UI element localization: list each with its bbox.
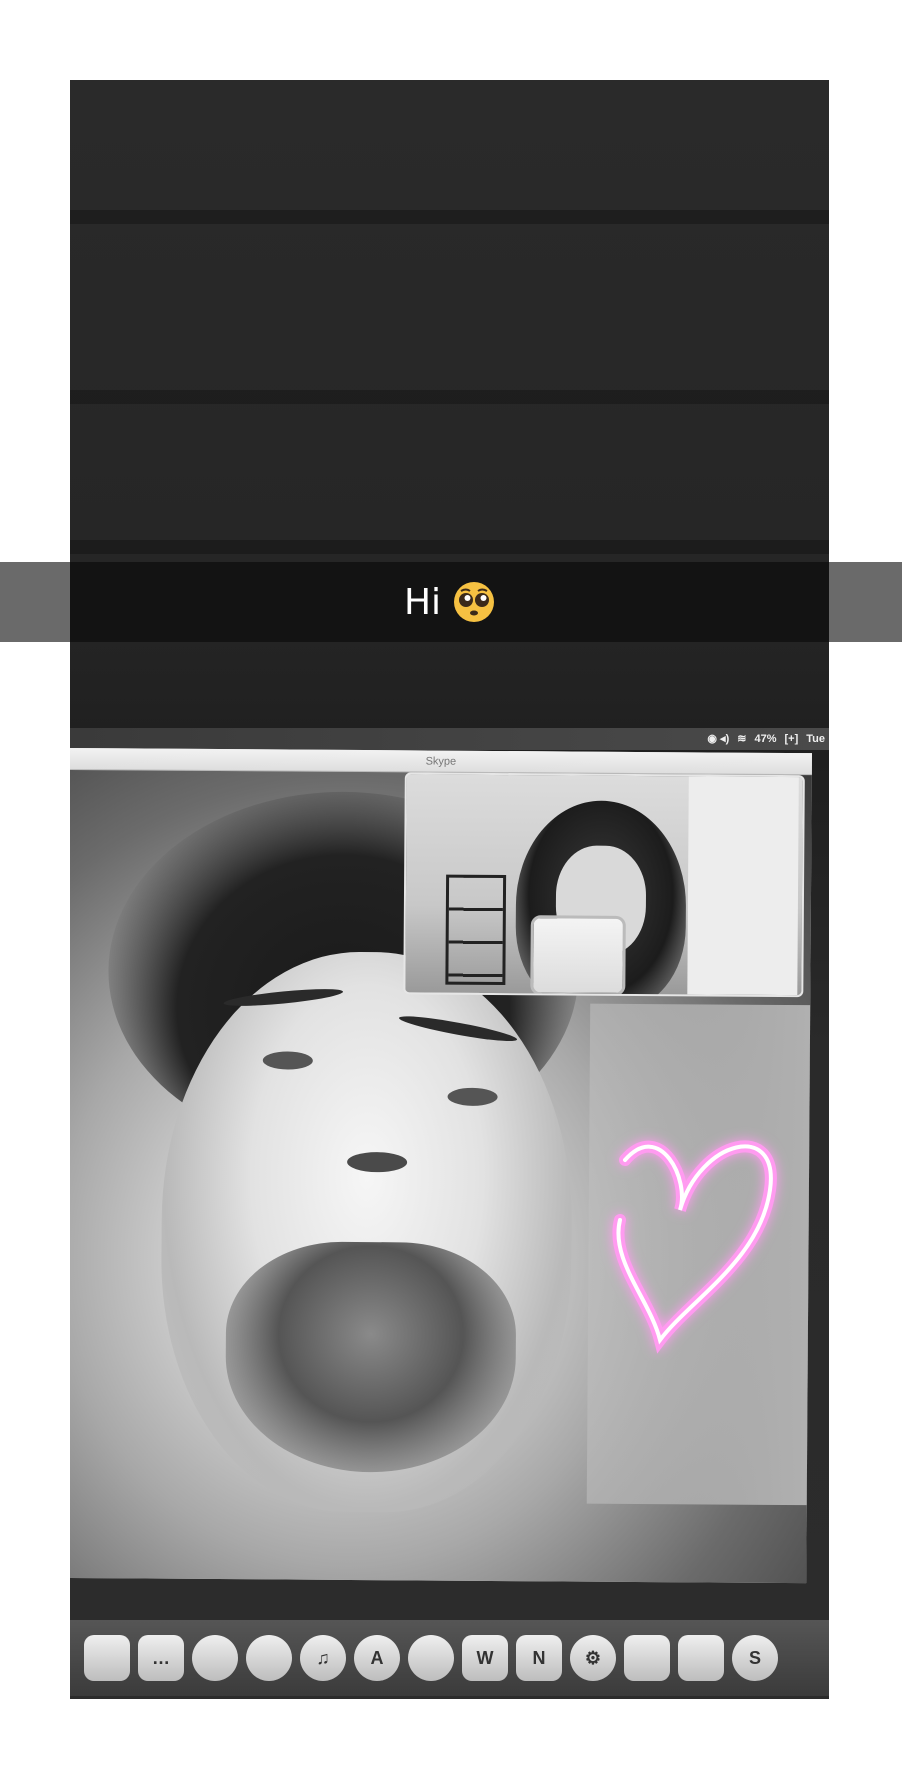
ceiling-line <box>70 210 829 224</box>
ceiling-line <box>70 540 829 554</box>
caption-bar: Hi <box>0 562 902 642</box>
phone <box>530 915 626 996</box>
wifi-icon: ≋ <box>737 733 747 745</box>
heart-icon <box>612 1140 777 1354</box>
itunes-icon[interactable]: ♫ <box>300 1635 346 1681</box>
eye <box>447 1087 498 1106</box>
pleading-face-emoji-icon <box>454 582 495 622</box>
chrome-icon[interactable] <box>246 1635 292 1681</box>
messages-icon[interactable]: … <box>138 1635 184 1681</box>
appstore-icon[interactable]: A <box>354 1635 400 1681</box>
beard <box>224 1241 517 1474</box>
spotify-icon[interactable] <box>408 1635 454 1681</box>
preview-icon[interactable] <box>678 1635 724 1681</box>
onenote-icon[interactable]: N <box>516 1635 562 1681</box>
word-icon[interactable]: W <box>462 1635 508 1681</box>
volume-icon: ◉ ◂) <box>707 733 730 745</box>
notes-icon[interactable] <box>624 1635 670 1681</box>
nose <box>347 1151 408 1173</box>
self-video[interactable] <box>403 772 805 998</box>
battery-icon: [+] <box>784 732 799 745</box>
menubar-day: Tue <box>806 732 825 745</box>
skype-icon[interactable]: S <box>732 1635 778 1681</box>
facetime-icon[interactable] <box>192 1635 238 1681</box>
caption: Hi <box>70 562 829 642</box>
photo: ◉ ◂) ≋ 47% [+] Tue Skype … ♫ A W N ⚙ S <box>70 80 829 1699</box>
eye <box>262 1051 313 1070</box>
caption-text: Hi <box>403 581 442 623</box>
system-preferences-icon[interactable]: ⚙ <box>570 1635 616 1681</box>
ceiling-line <box>70 390 829 404</box>
mac-dock: … ♫ A W N ⚙ S <box>70 1620 829 1696</box>
menubar-status: ◉ ◂) ≋ 47% [+] Tue <box>707 732 825 746</box>
finder-icon[interactable] <box>84 1635 130 1681</box>
door <box>687 776 799 996</box>
mac-menubar: ◉ ◂) ≋ 47% [+] Tue <box>70 728 829 750</box>
bookshelf <box>445 874 507 986</box>
battery-percent: 47% <box>754 732 777 745</box>
